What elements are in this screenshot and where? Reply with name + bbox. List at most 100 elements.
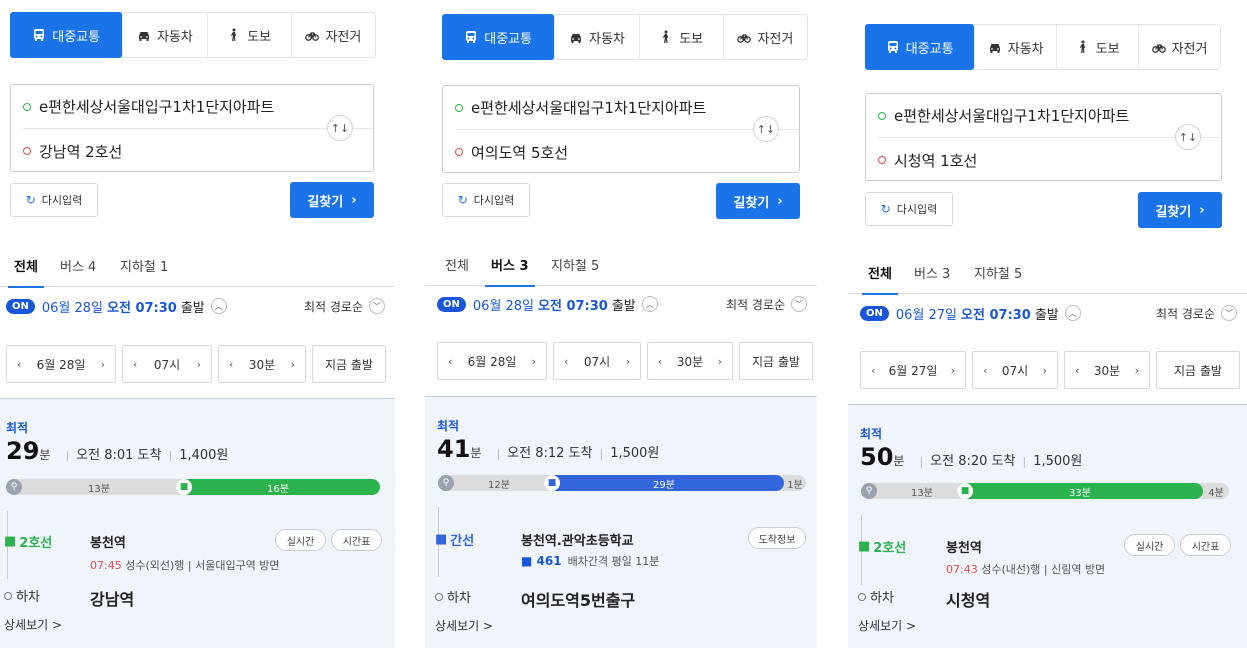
- timetable-button[interactable]: 시간표: [331, 529, 382, 551]
- sort-dropdown[interactable]: 최적 경로순 ﹀: [304, 298, 385, 315]
- mode-walk[interactable]: 도보: [1056, 25, 1138, 69]
- next-icon[interactable]: ›: [1043, 364, 1047, 377]
- prev-icon[interactable]: ‹: [448, 355, 452, 368]
- arrival-info-button[interactable]: 도착정보: [748, 527, 806, 549]
- realtime-button[interactable]: 실시간: [1124, 534, 1175, 556]
- car-icon: [989, 44, 1000, 53]
- route-result-card[interactable]: 최적 29 분 | 오전 8:01 도착 | 1,400원 ⚲ 13분 ■ 16분 ■ 2…: [0, 398, 395, 648]
- detail-link[interactable]: 상세보기 >: [858, 617, 916, 634]
- chevron-up-icon[interactable]: ︿: [641, 296, 658, 312]
- route-result-card[interactable]: 최적 50 분 | 오전 8:20 도착 | 1,500원 ⚲ 13분 ■ 33분 4분…: [848, 404, 1247, 648]
- destination-field[interactable]: 시청역 1호선: [878, 138, 1171, 182]
- walk-end-duration: 1분: [787, 479, 803, 491]
- next-icon[interactable]: ›: [626, 355, 630, 368]
- mode-transit[interactable]: 대중교통: [10, 12, 123, 58]
- swap-icon[interactable]: ↑↓: [327, 115, 353, 141]
- destination-field[interactable]: 여의도역 5호선: [455, 130, 749, 174]
- reset-button[interactable]: ↻ 다시입력: [10, 183, 98, 217]
- origin-field[interactable]: e편한세상서울대입구1차1단지아파트: [23, 85, 373, 129]
- minute-stepper[interactable]: ‹ 30분 ›: [647, 342, 733, 380]
- tab-subway[interactable]: 지하철 1: [120, 243, 168, 287]
- search-route-button[interactable]: 길찾기 ›: [1138, 192, 1222, 228]
- swap-icon[interactable]: ↑↓: [753, 116, 779, 142]
- sort-dropdown[interactable]: 최적 경로순 ﹀: [726, 296, 807, 313]
- reset-button[interactable]: ↻ 다시입력: [865, 192, 953, 226]
- tab-subway[interactable]: 지하철 5: [551, 242, 599, 286]
- divider: |: [1022, 455, 1027, 468]
- alight-dot-icon: [435, 592, 443, 601]
- realtime-button[interactable]: 실시간: [275, 529, 326, 551]
- tab-all[interactable]: 전체: [8, 243, 44, 288]
- date-stepper[interactable]: ‹ 6월 28일 ›: [437, 342, 547, 380]
- time-selector: ‹ 6월 28일 › ‹ 07시 › ‹ 30분 › 지금 출발: [437, 342, 813, 380]
- tab-bus[interactable]: 버스 3: [485, 242, 534, 287]
- route-result-card[interactable]: 최적 41 분 | 오전 8:12 도착 | 1,500원 ⚲ 12분 ■ 29분 1분…: [425, 396, 817, 648]
- train-direction: 성수(내선)행 | 신림역 방면: [981, 563, 1106, 576]
- mode-transit[interactable]: 대중교통: [865, 24, 975, 70]
- mode-bike[interactable]: 자전거: [290, 13, 375, 57]
- prev-icon[interactable]: ‹: [1075, 364, 1079, 377]
- tab-bus[interactable]: 버스 3: [914, 250, 950, 294]
- chevron-up-icon[interactable]: ︿: [1064, 305, 1081, 321]
- search-route-label: 길찾기: [733, 195, 770, 211]
- hour-stepper[interactable]: ‹ 07시 ›: [553, 342, 641, 380]
- mode-car[interactable]: 자동차: [554, 15, 638, 59]
- date-stepper-value: 6월 28일: [467, 354, 517, 369]
- depart-now-button[interactable]: 지금 출발: [312, 345, 386, 383]
- mode-bike[interactable]: 자전거: [722, 15, 807, 59]
- detail-link[interactable]: 상세보기 >: [435, 617, 493, 634]
- subway-icon: ■: [176, 479, 192, 495]
- prev-icon[interactable]: ‹: [871, 364, 875, 377]
- next-icon[interactable]: ›: [951, 364, 955, 377]
- reset-button[interactable]: ↻ 다시입력: [442, 183, 530, 217]
- subway-line-label: ■ 2호선: [858, 537, 906, 556]
- hour-stepper[interactable]: ‹ 07시 ›: [122, 345, 212, 383]
- mode-walk[interactable]: 도보: [206, 13, 291, 57]
- prev-icon[interactable]: ‹: [658, 355, 662, 368]
- sort-dropdown[interactable]: 최적 경로순 ﹀: [1156, 305, 1237, 322]
- destination-field[interactable]: 강남역 2호선: [23, 129, 323, 173]
- date-stepper[interactable]: ‹ 6월 27일 ›: [860, 351, 966, 389]
- prev-icon[interactable]: ‹: [564, 355, 568, 368]
- tab-bus[interactable]: 버스 4: [60, 243, 96, 287]
- destination-dot-icon: [878, 156, 886, 164]
- minute-stepper[interactable]: ‹ 30분 ›: [1064, 351, 1150, 389]
- timetable-button[interactable]: 시간표: [1180, 534, 1231, 556]
- on-badge[interactable]: ON: [6, 298, 35, 314]
- next-icon[interactable]: ›: [291, 358, 295, 371]
- prev-icon[interactable]: ‹: [17, 358, 21, 371]
- hour-stepper[interactable]: ‹ 07시 ›: [972, 351, 1058, 389]
- detail-link[interactable]: 상세보기 >: [4, 616, 62, 633]
- search-route-button[interactable]: 길찾기 ›: [290, 182, 374, 218]
- departure-suffix: 출발: [611, 298, 636, 314]
- on-badge[interactable]: ON: [860, 305, 889, 321]
- next-icon[interactable]: ›: [197, 358, 201, 371]
- search-route-button[interactable]: 길찾기 ›: [716, 183, 800, 219]
- next-icon[interactable]: ›: [1135, 364, 1139, 377]
- next-icon[interactable]: ›: [532, 355, 536, 368]
- prev-icon[interactable]: ‹: [133, 358, 137, 371]
- prev-icon[interactable]: ‹: [983, 364, 987, 377]
- origin-field[interactable]: e편한세상서울대입구1차1단지아파트: [455, 86, 799, 130]
- mode-walk[interactable]: 도보: [638, 15, 723, 59]
- swap-icon[interactable]: ↑↓: [1175, 124, 1201, 150]
- next-icon[interactable]: ›: [718, 355, 722, 368]
- depart-now-button[interactable]: 지금 출발: [1156, 351, 1240, 389]
- date-stepper[interactable]: ‹ 6월 28일 ›: [6, 345, 116, 383]
- tab-subway[interactable]: 지하철 5: [974, 250, 1022, 294]
- mode-car[interactable]: 자동차: [974, 25, 1056, 69]
- tab-all[interactable]: 전체: [862, 250, 898, 295]
- minute-stepper[interactable]: ‹ 30분 ›: [218, 345, 306, 383]
- origin-field[interactable]: e편한세상서울대입구1차1단지아파트: [878, 94, 1221, 138]
- depart-now-button[interactable]: 지금 출발: [739, 342, 813, 380]
- tab-all[interactable]: 전체: [445, 242, 469, 286]
- mode-transit[interactable]: 대중교통: [442, 14, 555, 60]
- next-icon[interactable]: ›: [101, 358, 105, 371]
- chevron-up-icon[interactable]: ︿: [210, 298, 227, 314]
- prev-icon[interactable]: ‹: [229, 358, 233, 371]
- on-badge[interactable]: ON: [437, 296, 466, 312]
- mode-bike[interactable]: 자전거: [1138, 25, 1220, 69]
- duration-unit: 분: [470, 446, 482, 460]
- route-search-box: e편한세상서울대입구1차1단지아파트 여의도역 5호선 ↑↓: [442, 85, 800, 173]
- mode-car[interactable]: 자동차: [122, 13, 206, 57]
